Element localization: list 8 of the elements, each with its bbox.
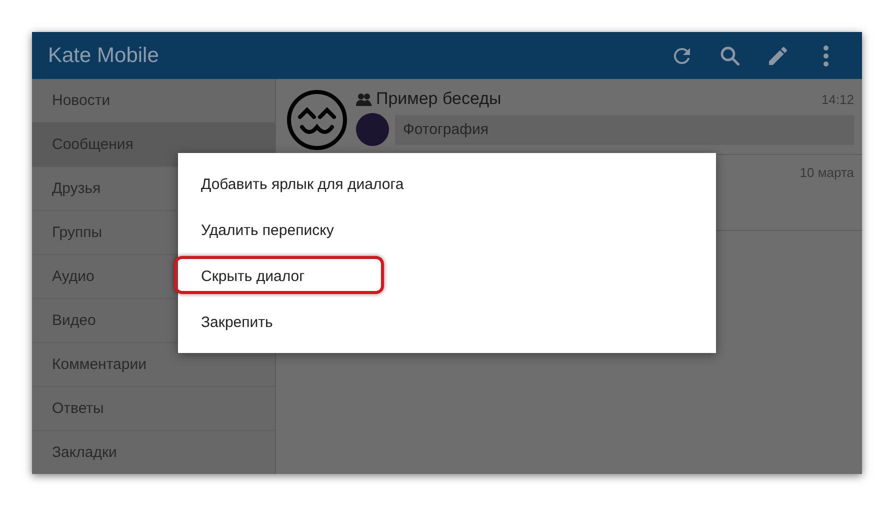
app-title: Kate Mobile <box>48 44 160 68</box>
sidebar-item[interactable]: Ответы <box>32 387 275 431</box>
sidebar-item[interactable]: Закладки <box>32 431 275 474</box>
more-icon <box>823 44 829 66</box>
conversation-title: Пример беседы <box>376 89 502 109</box>
message-preview: Фотография <box>395 114 854 144</box>
smiley-avatar-icon <box>286 89 348 151</box>
photo-placeholder <box>356 113 389 146</box>
